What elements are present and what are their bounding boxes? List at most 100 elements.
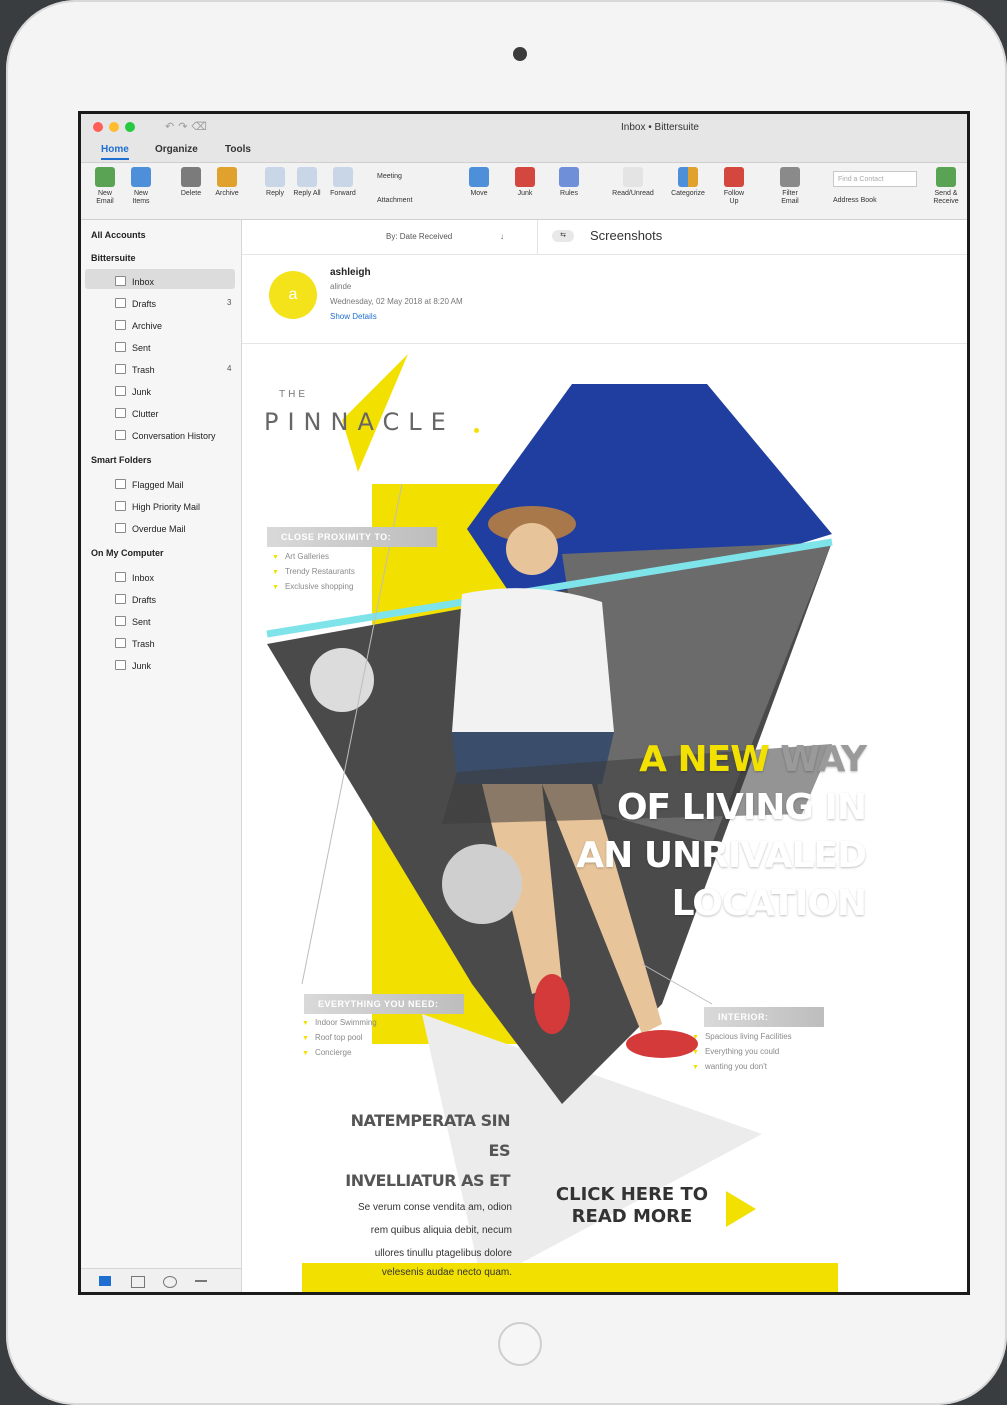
sidebar-item-local-inbox[interactable]: Inbox bbox=[115, 572, 154, 583]
bullet-item: Art Galleries bbox=[272, 550, 355, 565]
filter-email-button[interactable]: Filter Email bbox=[775, 167, 805, 206]
brand-logo: PINNACLE bbox=[264, 408, 455, 436]
follow-up-button[interactable]: Follow Up bbox=[719, 167, 749, 206]
sidebar-item-high-priority-mail[interactable]: High Priority Mail bbox=[115, 501, 200, 512]
sidebar-item-local-trash[interactable]: Trash bbox=[115, 638, 155, 649]
junk-folder-icon bbox=[115, 660, 126, 670]
trash-count: 4 bbox=[227, 364, 232, 373]
play-arrow-icon[interactable] bbox=[726, 1191, 756, 1227]
inbox-icon bbox=[115, 276, 126, 286]
sidebar-item-clutter[interactable]: Clutter bbox=[115, 408, 159, 419]
forward-button[interactable]: Forward bbox=[325, 167, 361, 198]
categorize-icon bbox=[678, 167, 698, 187]
read-more-link[interactable]: CLICK HERE TO READ MORE bbox=[542, 1184, 722, 1228]
sidebar-account-header[interactable]: Bittersuite bbox=[91, 253, 136, 263]
sidebar-item-conversation-history[interactable]: Conversation History bbox=[115, 430, 216, 441]
flyer-subheading: NATEMPERATA SIN ES INVELLIATUR AS ET bbox=[334, 1106, 510, 1196]
find-contact-input[interactable]: Find a Contact bbox=[833, 171, 917, 187]
smart-folder-icon bbox=[115, 479, 126, 489]
plate-shape bbox=[310, 648, 374, 712]
categorize-button[interactable]: Categorize bbox=[663, 167, 713, 198]
reply-button[interactable]: Reply bbox=[261, 167, 289, 198]
sidebar-item-archive[interactable]: Archive bbox=[115, 320, 162, 331]
tab-organize[interactable]: Organize bbox=[155, 144, 198, 155]
inbox-icon bbox=[115, 572, 126, 582]
sender-name: ashleigh bbox=[330, 267, 371, 278]
sidebar-footer-nav bbox=[81, 1268, 241, 1292]
sender-recipient: alinde bbox=[330, 282, 352, 291]
new-items-icon bbox=[131, 167, 151, 187]
new-items-button[interactable]: New Items bbox=[125, 167, 157, 206]
sent-icon bbox=[115, 342, 126, 352]
mail-icon[interactable] bbox=[99, 1276, 111, 1286]
smart-folder-icon bbox=[115, 501, 126, 511]
sort-by-dropdown[interactable]: By: Date Received bbox=[386, 232, 452, 241]
zoom-window-button[interactable] bbox=[125, 122, 135, 132]
delete-button[interactable]: Delete bbox=[177, 167, 205, 198]
junk-folder-icon bbox=[115, 386, 126, 396]
sidebar-smart-folders-header[interactable]: Smart Folders bbox=[91, 455, 152, 465]
flag-icon bbox=[724, 167, 744, 187]
bullet-item: Concierge bbox=[302, 1046, 377, 1061]
headline-line-2: OF LIVING IN bbox=[616, 787, 867, 828]
minimize-window-button[interactable] bbox=[109, 122, 119, 132]
message-list-header: By: Date Received ↓ bbox=[242, 220, 537, 254]
attachment-button[interactable]: Attachment bbox=[377, 197, 412, 204]
send-receive-button[interactable]: Send & Receive bbox=[929, 167, 963, 206]
sidebar-on-my-computer-header[interactable]: On My Computer bbox=[91, 548, 164, 558]
bullet-item: Exclusive shopping bbox=[272, 580, 355, 595]
sort-direction-icon[interactable]: ↓ bbox=[500, 232, 504, 241]
sidebar-item-drafts[interactable]: Drafts bbox=[115, 298, 156, 309]
smart-folder-icon bbox=[115, 523, 126, 533]
body-line-1: Se verum conse vendita am, odion bbox=[358, 1202, 512, 1213]
calendar-icon[interactable] bbox=[131, 1276, 145, 1288]
sidebar-item-local-drafts[interactable]: Drafts bbox=[115, 594, 156, 605]
folder-icon bbox=[115, 430, 126, 440]
front-camera bbox=[513, 47, 527, 61]
people-icon[interactable] bbox=[163, 1276, 177, 1288]
new-email-button[interactable]: New Email bbox=[89, 167, 121, 206]
sidebar-item-junk[interactable]: Junk bbox=[115, 386, 151, 397]
face-shape bbox=[506, 523, 558, 575]
meeting-button[interactable]: Meeting bbox=[377, 173, 402, 180]
tab-tools[interactable]: Tools bbox=[225, 144, 251, 155]
sidebar-item-local-sent[interactable]: Sent bbox=[115, 616, 151, 627]
rules-button[interactable]: Rules bbox=[555, 167, 583, 198]
body-line-4: velesenis audae necto quam. bbox=[381, 1267, 512, 1278]
sidebar-item-local-junk[interactable]: Junk bbox=[115, 660, 151, 671]
sidebar-item-all-accounts[interactable]: All Accounts bbox=[91, 230, 146, 240]
title-bar: ↶↷⌫ Inbox • Bittersuite bbox=[81, 114, 967, 140]
trash-folder-icon bbox=[115, 638, 126, 648]
sent-icon bbox=[115, 616, 126, 626]
sidebar-item-overdue-mail[interactable]: Overdue Mail bbox=[115, 523, 186, 534]
bullet-item: Spacious living Facilities bbox=[692, 1030, 792, 1045]
archive-icon bbox=[217, 167, 237, 187]
sidebar-item-inbox[interactable]: Inbox bbox=[115, 276, 154, 287]
undo-redo-icons[interactable]: ↶↷⌫ bbox=[165, 120, 211, 133]
filter-icon bbox=[780, 167, 800, 187]
more-icon[interactable] bbox=[195, 1280, 207, 1282]
address-book-button[interactable]: Address Book bbox=[833, 197, 877, 204]
read-unread-button[interactable]: Read/Unread bbox=[605, 167, 661, 198]
reply-all-button[interactable]: Reply All bbox=[293, 167, 321, 198]
junk-button[interactable]: Junk bbox=[511, 167, 539, 198]
sidebar-item-flagged-mail[interactable]: Flagged Mail bbox=[115, 479, 184, 490]
subheading-line-2: INVELLIATUR AS ET bbox=[345, 1171, 510, 1190]
folder-chip-icon[interactable]: ⇆ bbox=[552, 230, 574, 242]
move-button[interactable]: Move bbox=[465, 167, 493, 198]
trash-icon bbox=[181, 167, 201, 187]
body-line-3: ullores tinullu ptagelibus dolore bbox=[374, 1248, 512, 1259]
brand-the: THE bbox=[279, 389, 308, 400]
sender-avatar: a bbox=[269, 271, 317, 319]
show-details-link[interactable]: Show Details bbox=[330, 312, 377, 321]
rules-icon bbox=[559, 167, 579, 187]
sidebar-item-sent[interactable]: Sent bbox=[115, 342, 151, 353]
archive-button[interactable]: Archive bbox=[211, 167, 243, 198]
forward-icon bbox=[333, 167, 353, 187]
reading-pane: a ashleigh alinde Wednesday, 02 May 2018… bbox=[242, 254, 967, 1292]
home-button[interactable] bbox=[498, 1322, 542, 1366]
subheading-line-1: NATEMPERATA SIN ES bbox=[350, 1111, 511, 1160]
tab-home[interactable]: Home bbox=[101, 144, 129, 160]
sidebar-item-trash[interactable]: Trash bbox=[115, 364, 155, 375]
close-window-button[interactable] bbox=[93, 122, 103, 132]
